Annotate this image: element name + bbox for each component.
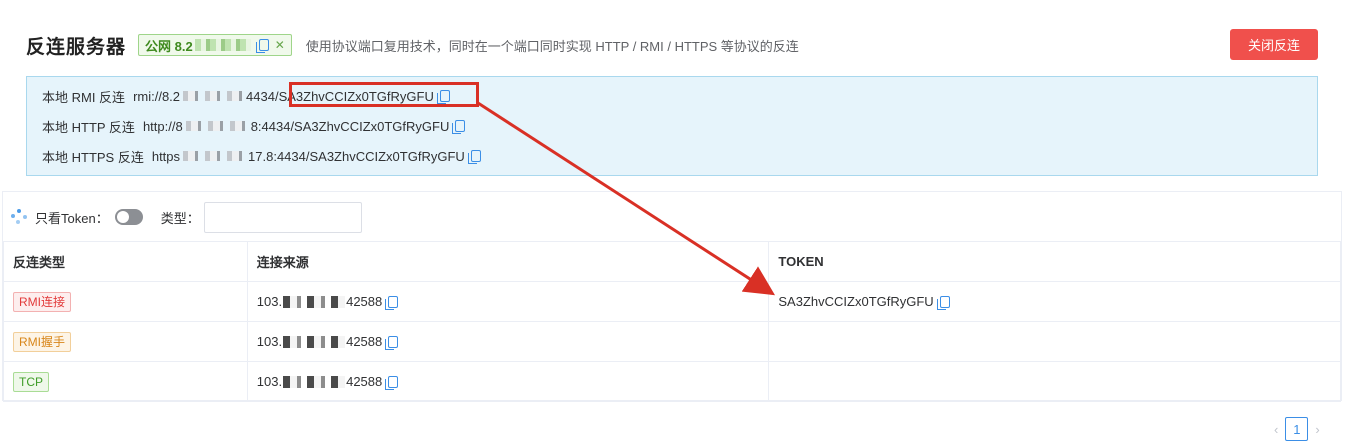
public-ip-text: 公网 8.2 bbox=[145, 38, 193, 54]
redacted-ip bbox=[183, 91, 244, 101]
type-tag: RMI连接 bbox=[13, 291, 71, 312]
col-type: 反连类型 bbox=[3, 241, 248, 282]
redacted-ip bbox=[283, 375, 346, 388]
page-title: 反连服务器 bbox=[26, 36, 127, 58]
token-only-label: 只看Token： bbox=[35, 210, 109, 226]
source-cell: 103. 42588 bbox=[256, 374, 769, 390]
loading-icon bbox=[11, 209, 27, 225]
prev-page-button[interactable]: ‹ bbox=[1274, 422, 1278, 437]
filter-bar: 只看Token： 类型： bbox=[3, 192, 1341, 242]
source-suffix: 42588 bbox=[346, 374, 383, 389]
redacted-ip bbox=[183, 151, 246, 161]
close-icon[interactable]: ✕ bbox=[275, 38, 285, 52]
token-highlight-box bbox=[289, 82, 479, 107]
https-url-start: https bbox=[151, 148, 181, 164]
table-header-row: 反连类型 连接来源 TOKEN bbox=[3, 241, 1341, 282]
source-suffix: 42588 bbox=[346, 294, 383, 309]
type-label: 类型： bbox=[160, 210, 200, 226]
token-cell bbox=[768, 361, 1341, 402]
col-source: 连接来源 bbox=[246, 241, 770, 282]
page-number-button[interactable]: 1 bbox=[1285, 417, 1309, 441]
public-ip-tag: 公网 8.2 ✕ bbox=[138, 34, 292, 56]
http-url-line: 本地 HTTP 反连 http://8 8:4434/SA3ZhvCCIZx0T… bbox=[42, 116, 466, 136]
copy-icon[interactable] bbox=[385, 295, 399, 310]
token-cell bbox=[768, 321, 1341, 362]
source-cell: 103. 42588 bbox=[256, 294, 769, 310]
table-row: RMI连接 103. 42588 SA3ZhvCCIZx0TGfRyGFU bbox=[3, 281, 1341, 322]
next-page-button[interactable]: › bbox=[1315, 422, 1319, 437]
local-urls-panel: 本地 RMI 反连 rmi://8.2 4434/SA3ZhvCCIZx0TGf… bbox=[26, 76, 1318, 176]
connections-table: 反连类型 连接来源 TOKEN RMI连接 103. 42588 SA3ZhvC… bbox=[3, 241, 1341, 402]
redacted-ip bbox=[283, 335, 346, 348]
pagination: ‹ 1 › bbox=[1274, 417, 1320, 441]
http-url-start: http://8 bbox=[142, 118, 183, 134]
source-suffix: 42588 bbox=[346, 334, 383, 349]
http-label: 本地 HTTP 反连 bbox=[42, 119, 135, 135]
col-token: TOKEN bbox=[768, 241, 1341, 282]
page-header: 反连服务器 公网 8.2 ✕ 使用协议端口复用技术，同时在一个端口同时实现 HT… bbox=[26, 30, 799, 60]
copy-icon[interactable] bbox=[936, 295, 950, 310]
type-tag: TCP bbox=[13, 371, 49, 392]
page-description: 使用协议端口复用技术，同时在一个端口同时实现 HTTP / RMI / HTTP… bbox=[305, 38, 799, 54]
type-tag: RMI握手 bbox=[13, 331, 71, 352]
copy-icon[interactable] bbox=[385, 375, 399, 390]
token-value: SA3ZhvCCIZx0TGfRyGFU bbox=[778, 294, 934, 309]
copy-icon[interactable] bbox=[255, 39, 269, 53]
copy-icon[interactable] bbox=[385, 335, 399, 350]
table-row: RMI握手 103. 42588 bbox=[3, 321, 1341, 362]
connections-panel: 只看Token： 类型： 反连类型 连接来源 TOKEN RMI连接 103. … bbox=[2, 191, 1342, 402]
https-url-line: 本地 HTTPS 反连 https 17.8:4434/SA3ZhvCCIZx0… bbox=[42, 146, 481, 166]
https-label: 本地 HTTPS 反连 bbox=[42, 149, 144, 165]
source-prefix: 103. bbox=[256, 334, 283, 349]
rmi-url-start: rmi://8.2 bbox=[133, 88, 181, 104]
redacted-ip bbox=[194, 39, 251, 51]
table-row: TCP 103. 42588 bbox=[3, 361, 1341, 402]
source-prefix: 103. bbox=[256, 374, 283, 389]
source-prefix: 103. bbox=[256, 294, 283, 309]
close-reverse-button[interactable]: 关闭反连 bbox=[1230, 29, 1318, 60]
http-url-end: 8:4434/SA3ZhvCCIZx0TGfRyGFU bbox=[250, 118, 450, 134]
token-cell: SA3ZhvCCIZx0TGfRyGFU bbox=[778, 294, 1340, 310]
redacted-ip bbox=[283, 295, 346, 308]
redacted-ip bbox=[185, 121, 248, 131]
token-only-switch[interactable] bbox=[114, 209, 143, 225]
type-filter-input[interactable] bbox=[203, 201, 362, 233]
copy-icon[interactable] bbox=[467, 150, 481, 164]
source-cell: 103. 42588 bbox=[256, 334, 769, 350]
rmi-label: 本地 RMI 反连 bbox=[42, 89, 126, 105]
copy-icon[interactable] bbox=[452, 120, 466, 134]
https-url-end: 17.8:4434/SA3ZhvCCIZx0TGfRyGFU bbox=[248, 148, 465, 164]
